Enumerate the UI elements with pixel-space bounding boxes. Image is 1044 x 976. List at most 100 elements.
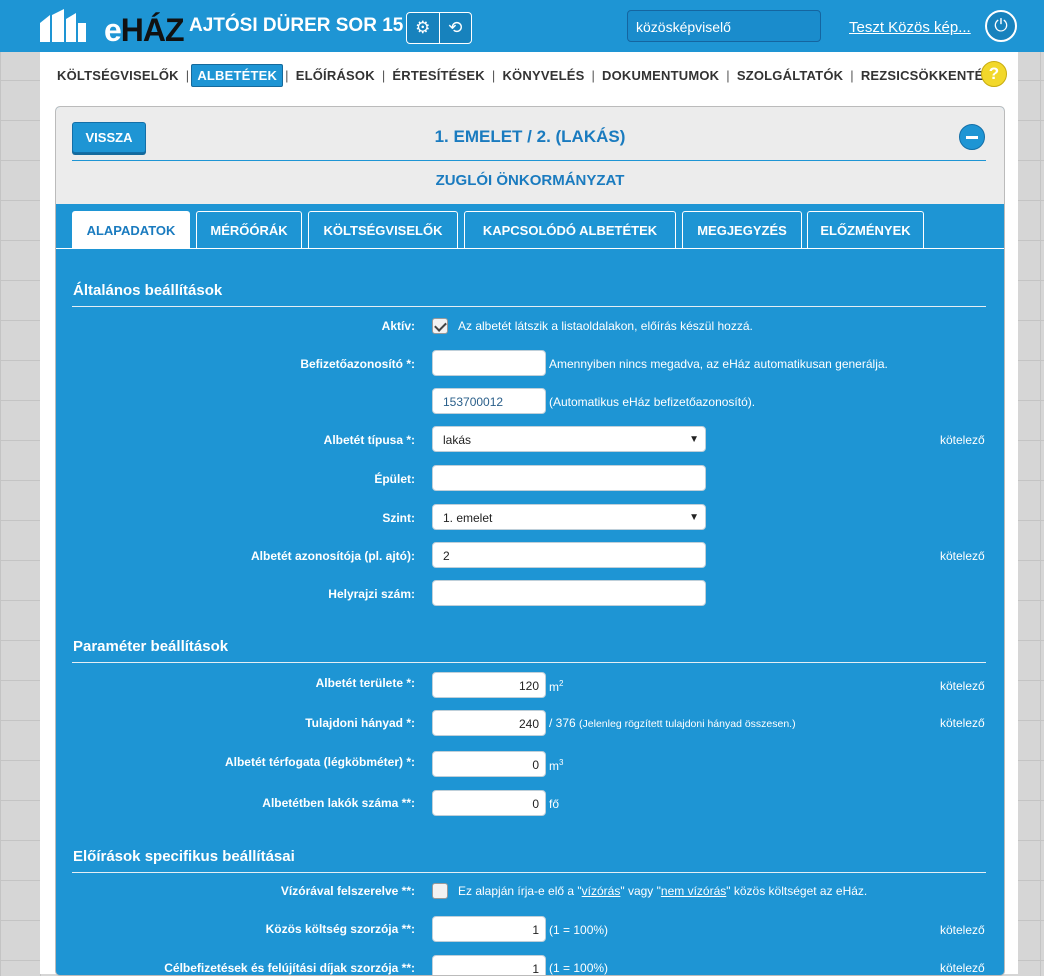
gear-icon: ⚙ (415, 18, 431, 37)
top-bar: eHÁZ AJTÓSI DÜRER SOR 15 ⚙ ⟲ közösképvis… (0, 0, 1044, 52)
target-mult-note: (1 = 100%) (549, 961, 609, 975)
common-mult-input[interactable]: 1 (432, 916, 546, 942)
tab-alapadatok[interactable]: ALAPADATOK (72, 211, 190, 249)
volume-input[interactable]: 0 (432, 751, 546, 777)
required-marker: kötelező (940, 716, 985, 730)
menu-item-koltsegviselok[interactable]: KÖLTSÉGVISELŐK (52, 65, 184, 86)
tab-meroorak[interactable]: MÉRŐÓRÁK (196, 211, 302, 248)
residents-unit: fő (549, 797, 560, 811)
payid-note: Amennyiben nincs megadva, az eHáz automa… (549, 357, 888, 371)
menu-item-albetetek[interactable]: ALBETÉTEK (191, 63, 284, 87)
house-actions: ⚙ ⟲ (406, 12, 472, 44)
level-label: Szint: (382, 511, 415, 525)
required-marker: kötelező (940, 961, 985, 975)
menu-separator: | (185, 67, 190, 83)
history-icon: ⟲ (448, 18, 463, 37)
divider (72, 160, 986, 161)
divider (72, 662, 986, 663)
target-mult-label: Célbefizetések és felújítási díjak szorz… (164, 961, 415, 975)
share-total: / 376 (Jelenleg rögzített tulajdoni hány… (549, 716, 796, 730)
area-label: Albetét területe *: (315, 676, 415, 690)
level-select[interactable]: 1. emelet ▼ (432, 504, 706, 530)
unit-id-label: Albetét azonosítója (pl. ajtó): (251, 549, 415, 563)
house-logo-icon (40, 9, 86, 42)
area-unit: m2 (549, 679, 564, 694)
menu-separator: | (285, 67, 289, 83)
menu-separator: | (381, 67, 386, 83)
active-label: Aktív: (381, 319, 415, 333)
required-marker: kötelező (940, 549, 985, 563)
meter-link-nem-vizoras[interactable]: nem vízórás (661, 884, 726, 898)
section-title-general: Általános beállítások (73, 282, 223, 299)
role-select[interactable]: közösképviselő (627, 10, 821, 42)
parcel-input[interactable] (432, 580, 706, 606)
required-marker: kötelező (940, 679, 985, 693)
type-label: Albetét típusa *: (323, 433, 415, 447)
meter-label: Vízórával felszerelve **: (280, 884, 415, 898)
caret-down-icon: ▼ (689, 434, 699, 445)
required-marker: kötelező (940, 923, 985, 937)
active-note: Az albetét látszik a listaoldalakon, elő… (458, 319, 753, 333)
common-mult-label: Közös költség szorzója **: (265, 922, 415, 936)
auto-payid-field: 153700012 (432, 388, 546, 414)
residents-label: Albetétben lakók száma **: (262, 796, 415, 810)
card-subtitle: ZUGLÓI ÖNKORMÁNYZAT (435, 172, 625, 189)
collapse-icon[interactable] (959, 124, 985, 150)
menu-separator: | (591, 67, 596, 83)
back-button[interactable]: VISSZA (72, 122, 146, 153)
volume-unit: m3 (549, 758, 564, 773)
logout-button[interactable]: ⏻ (985, 10, 1017, 42)
divider (72, 306, 986, 307)
area-input[interactable]: 120 (432, 672, 546, 698)
card-title: 1. EMELET / 2. (LAKÁS) (434, 127, 626, 146)
card-header: 1. EMELET / 2. (LAKÁS) VISSZA ZUGLÓI ÖNK… (56, 107, 1004, 204)
parcel-label: Helyrajzi szám: (328, 587, 415, 601)
menu-item-eloirasok[interactable]: ELŐÍRÁSOK (291, 65, 380, 86)
house-title: AJTÓSI DÜRER SOR 15 (189, 15, 404, 36)
residents-input[interactable]: 0 (432, 790, 546, 816)
unit-id-input[interactable]: 2 (432, 542, 706, 568)
required-marker: kötelező (940, 433, 985, 447)
history-button[interactable]: ⟲ (438, 13, 472, 43)
tab-kapcsolodo-albetetek[interactable]: KAPCSOLÓDÓ ALBETÉTEK (464, 211, 676, 248)
user-link[interactable]: Teszt Közös kép... (849, 19, 971, 36)
share-input[interactable]: 240 (432, 710, 546, 736)
logo-text: eHÁZ (104, 12, 185, 48)
help-icon[interactable]: ? (981, 61, 1007, 87)
menu-item-dokumentumok[interactable]: DOKUMENTUMOK (597, 65, 724, 86)
active-checkbox[interactable] (432, 318, 448, 334)
meter-checkbox[interactable] (432, 883, 448, 899)
menu-separator: | (850, 67, 854, 83)
section-title-specific: Előírások specifikus beállításai (73, 848, 295, 865)
building-label: Épület: (374, 472, 415, 486)
unit-card: 1. EMELET / 2. (LAKÁS) VISSZA ZUGLÓI ÖNK… (55, 106, 1005, 976)
share-label: Tulajdoni hányad *: (305, 716, 415, 730)
target-mult-input[interactable]: 1 (432, 955, 546, 975)
common-mult-note: (1 = 100%) (549, 923, 609, 937)
menu-separator: | (726, 67, 730, 83)
tabs-divider (56, 248, 1004, 249)
type-select[interactable]: lakás ▼ (432, 426, 706, 452)
auto-payid-note: (Automatikus eHáz befizetőazonosító). (549, 395, 756, 409)
meter-link-vizoras[interactable]: vízórás (582, 884, 621, 898)
level-select-value: 1. emelet (443, 511, 493, 525)
caret-down-icon: ▼ (689, 512, 699, 523)
tab-elozmenyek[interactable]: ELŐZMÉNYEK (807, 211, 924, 248)
menu-separator: | (491, 67, 496, 83)
building-input[interactable] (432, 465, 706, 491)
menu-item-ertesitesek[interactable]: ÉRTESÍTÉSEK (387, 65, 490, 86)
main-menu: KÖLTSÉGVISELŐK | ALBETÉTEK | ELŐÍRÁSOK |… (52, 63, 997, 87)
divider (72, 872, 986, 873)
tab-megjegyzes[interactable]: MEGJEGYZÉS (682, 211, 802, 248)
menu-item-rezsicsokkentes[interactable]: REZSICSÖKKENTÉS (856, 65, 998, 86)
menu-item-konyveles[interactable]: KÖNYVELÉS (497, 65, 589, 86)
meter-note: Ez alapján írja-e elő a "vízórás" vagy "… (458, 884, 868, 898)
type-select-value: lakás (443, 433, 472, 447)
ehaz-logo[interactable]: eHÁZ (38, 9, 185, 46)
section-title-params: Paraméter beállítások (73, 638, 229, 655)
settings-button[interactable]: ⚙ (407, 13, 439, 43)
tab-koltsegviselok[interactable]: KÖLTSÉGVISELŐK (308, 211, 458, 248)
payid-input[interactable] (432, 350, 546, 376)
menu-item-szolgaltatok[interactable]: SZOLGÁLTATÓK (732, 65, 848, 86)
power-icon: ⏻ (994, 16, 1008, 35)
